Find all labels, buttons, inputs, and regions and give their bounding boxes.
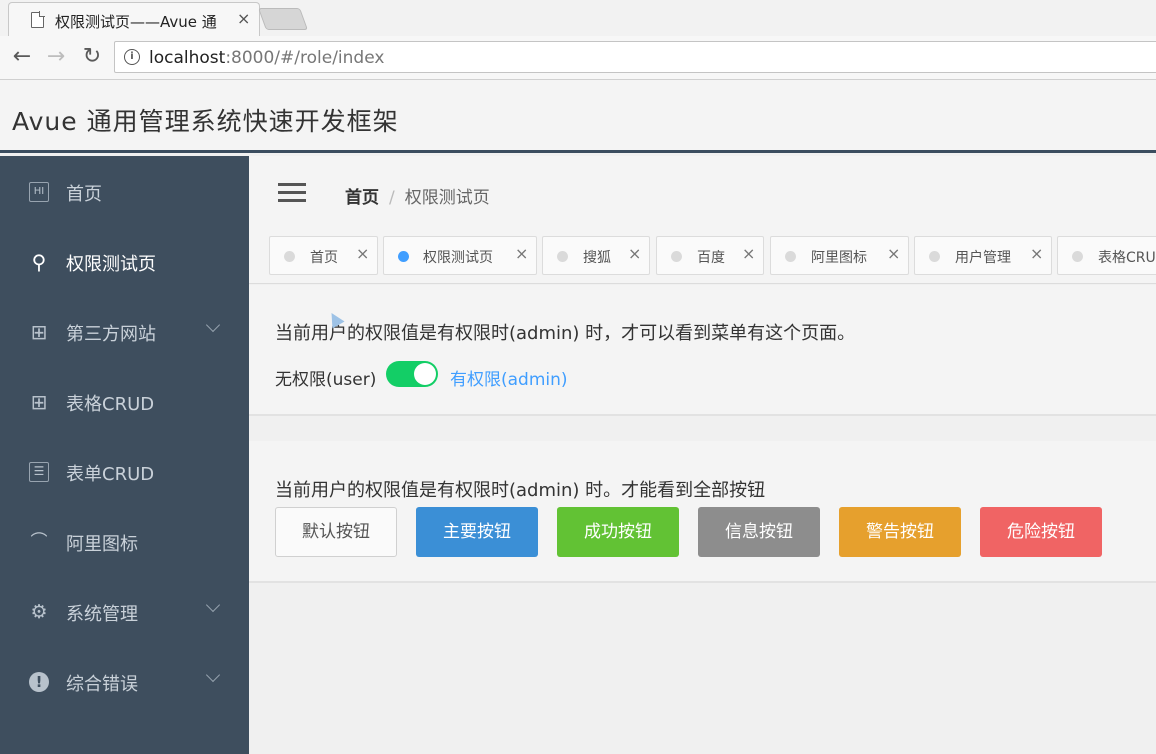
sidebar-item-table-crud[interactable]: ⊞ 表格CRUD (0, 368, 249, 438)
tag-user-manage[interactable]: 用户管理 × (914, 236, 1052, 275)
browser-tab-active[interactable]: 权限测试页——Avue 通 × (8, 2, 260, 36)
menu-toggle-icon[interactable] (278, 183, 306, 203)
permission-switch[interactable] (386, 361, 438, 387)
tag-home[interactable]: 首页 × (269, 236, 378, 275)
breadcrumb-home[interactable]: 首页 (345, 188, 379, 208)
primary-button[interactable]: 主要按钮 (416, 507, 538, 557)
sidebar-item-form-crud[interactable]: ☰ 表单CRUD (0, 438, 249, 508)
permission-message: 当前用户的权限值是有权限时(admin) 时，才可以看到菜单有这个页面。 (275, 323, 856, 344)
forward-arrow-icon[interactable]: → (43, 44, 69, 70)
tag-label: 首页 (310, 250, 338, 266)
sidebar-item-label: 系统管理 (66, 604, 138, 625)
sidebar-item-label: 表格CRUD (66, 394, 155, 415)
tag-ali-icons[interactable]: 阿里图标 × (770, 236, 909, 275)
new-tab-button[interactable] (257, 8, 309, 30)
switch-knob (414, 363, 436, 385)
breadcrumb-current: 权限测试页 (404, 188, 490, 208)
address-bar[interactable]: i localhost:8000/#/role/index (114, 41, 1156, 73)
switch-off-label: 无权限(user) (275, 370, 377, 390)
sidebar-item-system[interactable]: ⚙ 系统管理 (0, 578, 249, 648)
sidebar: HI 首页 ⚲ 权限测试页 ⊞ 第三方网站 ⊞ 表格CRUD ☰ 表单CRUD … (0, 156, 249, 754)
tag-dot-icon (671, 251, 682, 262)
buttons-message: 当前用户的权限值是有权限时(admin) 时。才能看到全部按钮 (275, 480, 766, 501)
page-icon (31, 11, 45, 28)
browser-toolbar: ← → ↻ i localhost:8000/#/role/index (0, 36, 1156, 80)
danger-button[interactable]: 危险按钮 (980, 507, 1102, 557)
browser-tabstrip: 权限测试页——Avue 通 × (0, 0, 1156, 36)
tag-dot-icon (929, 251, 940, 262)
tag-dot-icon (1072, 251, 1083, 262)
content-topbar: 首页 / 权限测试页 (249, 156, 1156, 226)
sidebar-item-role[interactable]: ⚲ 权限测试页 (0, 228, 249, 298)
info-button[interactable]: 信息按钮 (698, 507, 820, 557)
tag-dot-icon (785, 251, 796, 262)
sidebar-item-errors[interactable]: ! 综合错误 (0, 648, 249, 718)
tag-label: 权限测试页 (423, 250, 493, 266)
sidebar-item-label: 表单CRUD (66, 464, 155, 485)
tag-table-crud[interactable]: 表格CRUD (1057, 236, 1156, 275)
sidebar-item-label: 权限测试页 (66, 254, 156, 275)
permission-card: 当前用户的权限值是有权限时(admin) 时，才可以看到菜单有这个页面。 无权限… (249, 285, 1156, 416)
close-icon[interactable]: × (887, 244, 900, 263)
info-icon[interactable]: i (124, 49, 140, 65)
tag-label: 百度 (697, 250, 725, 266)
chevron-down-icon (205, 317, 221, 333)
default-button[interactable]: 默认按钮 (275, 507, 397, 557)
tags-bar: 首页 × 权限测试页 × 搜狐 × 百度 × 阿里图标 × 用户管理 × 表格C… (249, 226, 1156, 284)
sidebar-item-third-party[interactable]: ⊞ 第三方网站 (0, 298, 249, 368)
home-icon: HI (29, 182, 49, 202)
close-icon[interactable]: × (237, 9, 250, 28)
sidebar-item-ali-icons[interactable]: ⌒ 阿里图标 (0, 508, 249, 578)
key-icon: ⚲ (31, 250, 47, 274)
sidebar-item-label: 第三方网站 (66, 324, 156, 345)
tag-label: 表格CRUD (1098, 250, 1156, 266)
close-icon[interactable]: × (742, 244, 755, 263)
tag-dot-icon (284, 251, 295, 262)
close-icon[interactable]: × (356, 244, 369, 263)
success-button[interactable]: 成功按钮 (557, 507, 679, 557)
sidebar-item-label: 首页 (66, 184, 102, 205)
browser-tab-title: 权限测试页——Avue 通 (55, 13, 217, 31)
tag-label: 用户管理 (955, 250, 1011, 266)
app-header: Avue 通用管理系统快速开发框架 (0, 80, 1156, 153)
tag-dot-icon (557, 251, 568, 262)
close-icon[interactable]: × (628, 244, 641, 263)
form-icon: ☰ (29, 462, 49, 482)
url-host: localhost (149, 48, 226, 68)
table-icon: ⊞ (30, 390, 48, 414)
back-arrow-icon[interactable]: ← (9, 44, 35, 70)
close-icon[interactable]: × (1030, 244, 1043, 263)
url-path: :8000/#/role/index (225, 48, 385, 68)
tag-role[interactable]: 权限测试页 × (383, 236, 537, 275)
sidebar-item-home[interactable]: HI 首页 (0, 158, 249, 228)
warning-button[interactable]: 警告按钮 (839, 507, 961, 557)
switch-on-label: 有权限(admin) (450, 370, 568, 390)
tag-label: 阿里图标 (811, 250, 867, 266)
app-title: Avue 通用管理系统快速开发框架 (12, 107, 399, 136)
tag-sohu[interactable]: 搜狐 × (542, 236, 650, 275)
tag-label: 搜狐 (583, 250, 611, 266)
main-content: 首页 / 权限测试页 首页 × 权限测试页 × 搜狐 × 百度 × 阿里图标 × (249, 156, 1156, 754)
speedometer-icon: ⌒ (30, 532, 48, 552)
alert-icon: ! (29, 672, 49, 692)
tag-dot-icon (398, 251, 409, 262)
reload-icon[interactable]: ↻ (79, 44, 105, 70)
gear-icon: ⚙ (30, 601, 48, 623)
sidebar-item-label: 阿里图标 (66, 534, 138, 555)
breadcrumb-separator: / (389, 188, 395, 208)
chevron-down-icon (205, 667, 221, 683)
tag-baidu[interactable]: 百度 × (656, 236, 764, 275)
sidebar-item-label: 综合错误 (66, 674, 138, 695)
breadcrumb: 首页 / 权限测试页 (345, 183, 490, 208)
address-url: localhost:8000/#/role/index (149, 48, 384, 68)
chevron-down-icon (205, 597, 221, 613)
grid-icon: ⊞ (30, 320, 48, 344)
close-icon[interactable]: × (515, 244, 528, 263)
